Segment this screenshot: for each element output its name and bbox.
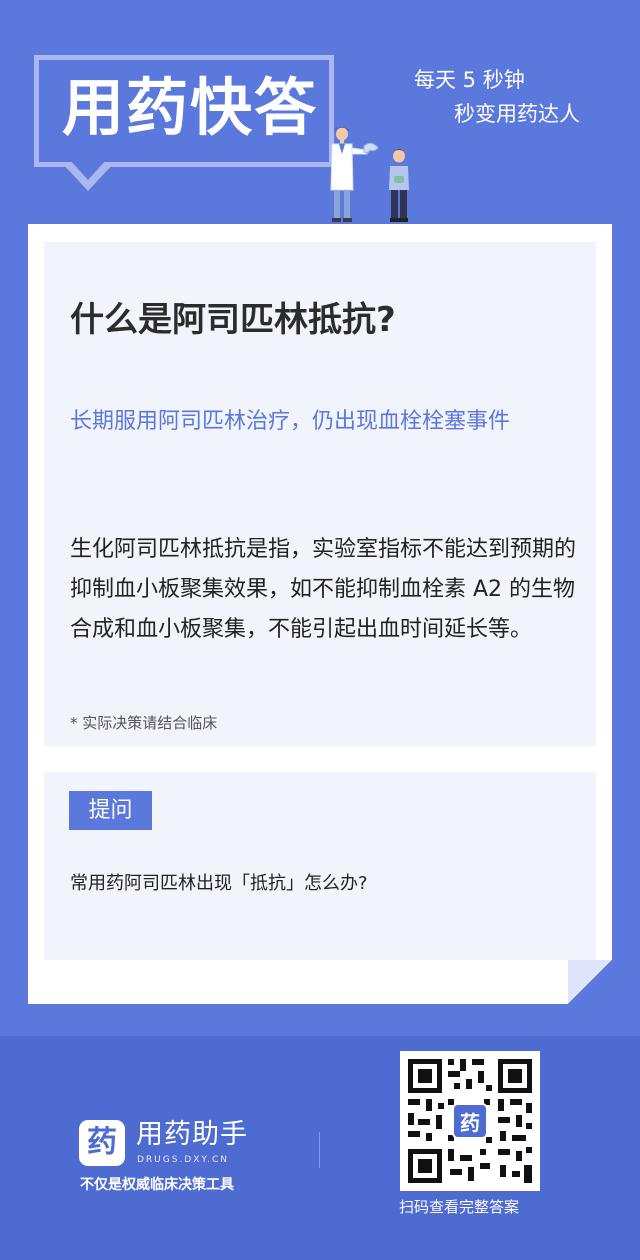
qr-center-logo-icon: 药 [452, 1103, 488, 1139]
question-title: 什么是阿司匹林抵抗? [70, 300, 396, 340]
doctor-figure [330, 127, 379, 222]
brand-domain: DRUGS.DXY.CN [137, 1155, 229, 1165]
answer-body: 生化阿司匹林抵抗是指，实验室指标不能达到预期的抑制血小板聚集效果，如不能抑制血栓… [70, 537, 577, 642]
brand-name: 用药助手 [136, 1119, 248, 1150]
page-title: 用药快答 [62, 71, 319, 144]
brand-tagline: 不仅是权威临床决策工具 [80, 1177, 234, 1193]
page-fold-corner [568, 960, 612, 1004]
ask-tag-badge: 提问 [69, 791, 152, 830]
disclaimer-note: * 实际决策请结合临床 [70, 714, 218, 732]
app-logo-icon: 药 [79, 1120, 125, 1166]
ask-question-text: 常用药阿司匹林出现「抵抗」怎么办? [70, 873, 368, 894]
doctor-patient-illustration [330, 127, 409, 222]
qr-caption: 扫码查看完整答案 [399, 1198, 520, 1216]
patient-figure [389, 149, 409, 222]
footer-divider [319, 1132, 320, 1168]
speech-bubble-tail-inner [70, 160, 106, 180]
slogan-line-2: 秒变用药达人 [454, 102, 580, 126]
slogan-line-1: 每天 5 秒钟 [414, 68, 525, 92]
question-subtitle: 长期服用阿司匹林治疗，仍出现血栓栓塞事件 [70, 409, 511, 434]
